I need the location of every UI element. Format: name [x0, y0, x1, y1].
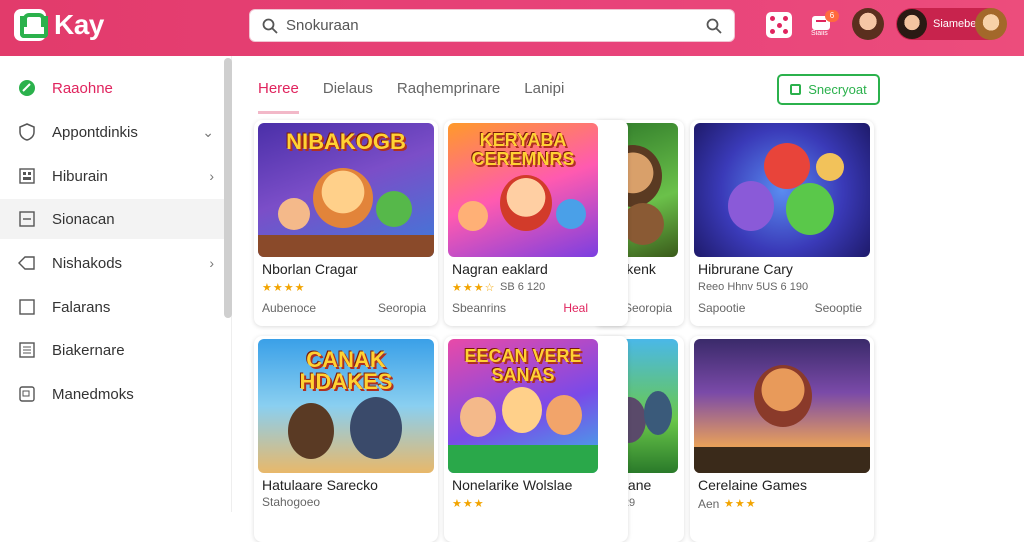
- friend-avatar[interactable]: [852, 8, 884, 40]
- game-thumbnail: NIBAKOGB: [258, 123, 434, 257]
- app-logo[interactable]: Kay: [14, 9, 104, 41]
- shield-icon: [18, 123, 36, 141]
- tab-raqhemprinare[interactable]: Raqhemprinare: [397, 80, 500, 114]
- user-name: Siamebe: [933, 18, 977, 30]
- sidebar-item-falarans[interactable]: Falarans: [0, 287, 224, 327]
- tab-lanipi[interactable]: Lanipi: [524, 80, 564, 114]
- sidebar-item-appontdinkis[interactable]: Appontdinkis ⌄: [0, 112, 224, 152]
- sidebar-item-raaohne[interactable]: Raaohne: [0, 68, 224, 108]
- game-publisher: Aen: [698, 497, 720, 511]
- game-art-title: CANAK HDAKES: [299, 347, 393, 394]
- game-category: Heal: [563, 301, 588, 315]
- game-publisher: Aubenoce: [262, 301, 317, 315]
- star-rating: ★★★: [724, 498, 757, 510]
- action-button[interactable]: Snecryoat: [777, 74, 880, 105]
- sidebar-item-nishakods[interactable]: Nishakods ›: [0, 243, 224, 283]
- rating-text: Reeo Hhnv 5US 6 190: [698, 281, 809, 293]
- notification-badge: 6: [825, 10, 839, 22]
- chevron-right-icon[interactable]: ›: [209, 255, 214, 271]
- sidebar-item-label: Manedmoks: [52, 385, 134, 403]
- bookmark-icon: [790, 84, 802, 95]
- game-thumbnail: EECAN VERE SANAS: [448, 339, 598, 473]
- dice-icon[interactable]: [766, 12, 792, 38]
- sidebar-item-label: Falarans: [52, 298, 111, 316]
- game-thumbnail: KERYABA CEREMNRS: [448, 123, 598, 257]
- secondary-avatar[interactable]: [975, 8, 1007, 40]
- sidebar-item-label: Biakernare: [52, 341, 125, 359]
- search-submit-icon[interactable]: [706, 18, 722, 39]
- game-thumbnail: [694, 123, 870, 257]
- sidebar-item-label: Sionacan: [52, 210, 115, 228]
- sidebar-item-sionacan[interactable]: Sionacan: [0, 199, 224, 239]
- logo-mark-icon: [14, 9, 48, 41]
- game-category: Seooptie: [814, 301, 862, 315]
- game-card[interactable]: Hibrurane Cary Reeo Hhnv 5US 6 190 Sapoo…: [690, 120, 874, 326]
- sidebar-item-label: Hiburain: [52, 167, 108, 185]
- rating-text: SB 6 120: [500, 281, 546, 293]
- game-category: Seoropia: [377, 301, 426, 315]
- top-bar: Kay 6 Siaiis Siamebe: [0, 0, 1024, 56]
- notification-label: Siaiis: [811, 30, 828, 37]
- game-card[interactable]: NIBAKOGB Nborlan Cragar ★★★★ Aubenoce Se…: [254, 120, 438, 326]
- game-thumbnail: CANAK HDAKES: [258, 339, 434, 473]
- square-icon: [18, 210, 36, 228]
- game-card[interactable]: Cerelaine Games Aen ★★★: [690, 336, 874, 542]
- sidebar: Raaohne Appontdinkis ⌄ Hiburain › Sionac…: [0, 56, 232, 512]
- action-button-label: Snecryoat: [808, 82, 867, 97]
- tab-heree[interactable]: Heree: [258, 80, 299, 114]
- star-rating: ★★★★: [262, 282, 306, 294]
- game-publisher: Sapootie: [698, 301, 746, 315]
- tab-dielaus[interactable]: Dielaus: [323, 80, 373, 114]
- game-title: Nborlan Cragar: [262, 261, 358, 277]
- game-art-title: EECAN VERE SANAS: [464, 346, 582, 385]
- search-icon: [262, 18, 278, 34]
- star-rating: ★★★: [452, 498, 485, 510]
- game-title: Nagran eaklard: [452, 261, 548, 277]
- star-rating: ★★★☆: [452, 282, 496, 294]
- game-art-title: KERYABA CEREMNRS: [471, 130, 575, 169]
- sidebar-item-manedmoks[interactable]: Manedmoks: [0, 374, 224, 414]
- tag-icon: [18, 254, 36, 272]
- search-bar[interactable]: [249, 9, 735, 42]
- sidebar-item-hiburain[interactable]: Hiburain ›: [0, 156, 224, 196]
- sidebar-item-biakernare[interactable]: Biakernare: [0, 330, 224, 370]
- leaf-icon: [18, 79, 36, 97]
- user-avatar: [897, 9, 927, 39]
- grid-icon: [18, 167, 36, 185]
- game-card[interactable]: EECAN VERE SANAS Nonelarike Wolslae ★★★: [444, 336, 628, 542]
- game-category: Seoropia: [623, 301, 672, 315]
- game-title: Cerelaine Games: [698, 477, 807, 493]
- game-thumbnail: [694, 339, 870, 473]
- game-title: Nonelarike Wolslae: [452, 477, 573, 493]
- game-title: Hibrurane Cary: [698, 261, 793, 277]
- window-icon: [18, 385, 36, 403]
- sidebar-item-label: Nishakods: [52, 254, 123, 272]
- sidebar-scrollbar[interactable]: [224, 58, 232, 318]
- search-input[interactable]: [286, 17, 666, 34]
- box-icon: [18, 298, 36, 316]
- game-title: Hatulaare Sarecko: [262, 477, 378, 493]
- game-publisher: Stahogoeo: [262, 495, 321, 509]
- category-tabs: Heree Dielaus Raqhemprinare Lanipi: [258, 80, 588, 114]
- game-publisher: Sbeanrins: [452, 301, 507, 315]
- chevron-right-icon[interactable]: ›: [209, 168, 214, 184]
- list-icon: [18, 341, 36, 359]
- chevron-down-icon[interactable]: ⌄: [202, 124, 214, 141]
- game-card[interactable]: CANAK HDAKES Hatulaare Sarecko Stahogoeo: [254, 336, 438, 542]
- game-card[interactable]: KERYABA CEREMNRS Nagran eaklard ★★★☆ SB …: [444, 120, 628, 326]
- sidebar-item-label: Raaohne: [52, 79, 113, 97]
- sidebar-item-label: Appontdinkis: [52, 123, 138, 141]
- app-name: Kay: [54, 9, 104, 40]
- game-art-title: NIBAKOGB: [286, 129, 406, 154]
